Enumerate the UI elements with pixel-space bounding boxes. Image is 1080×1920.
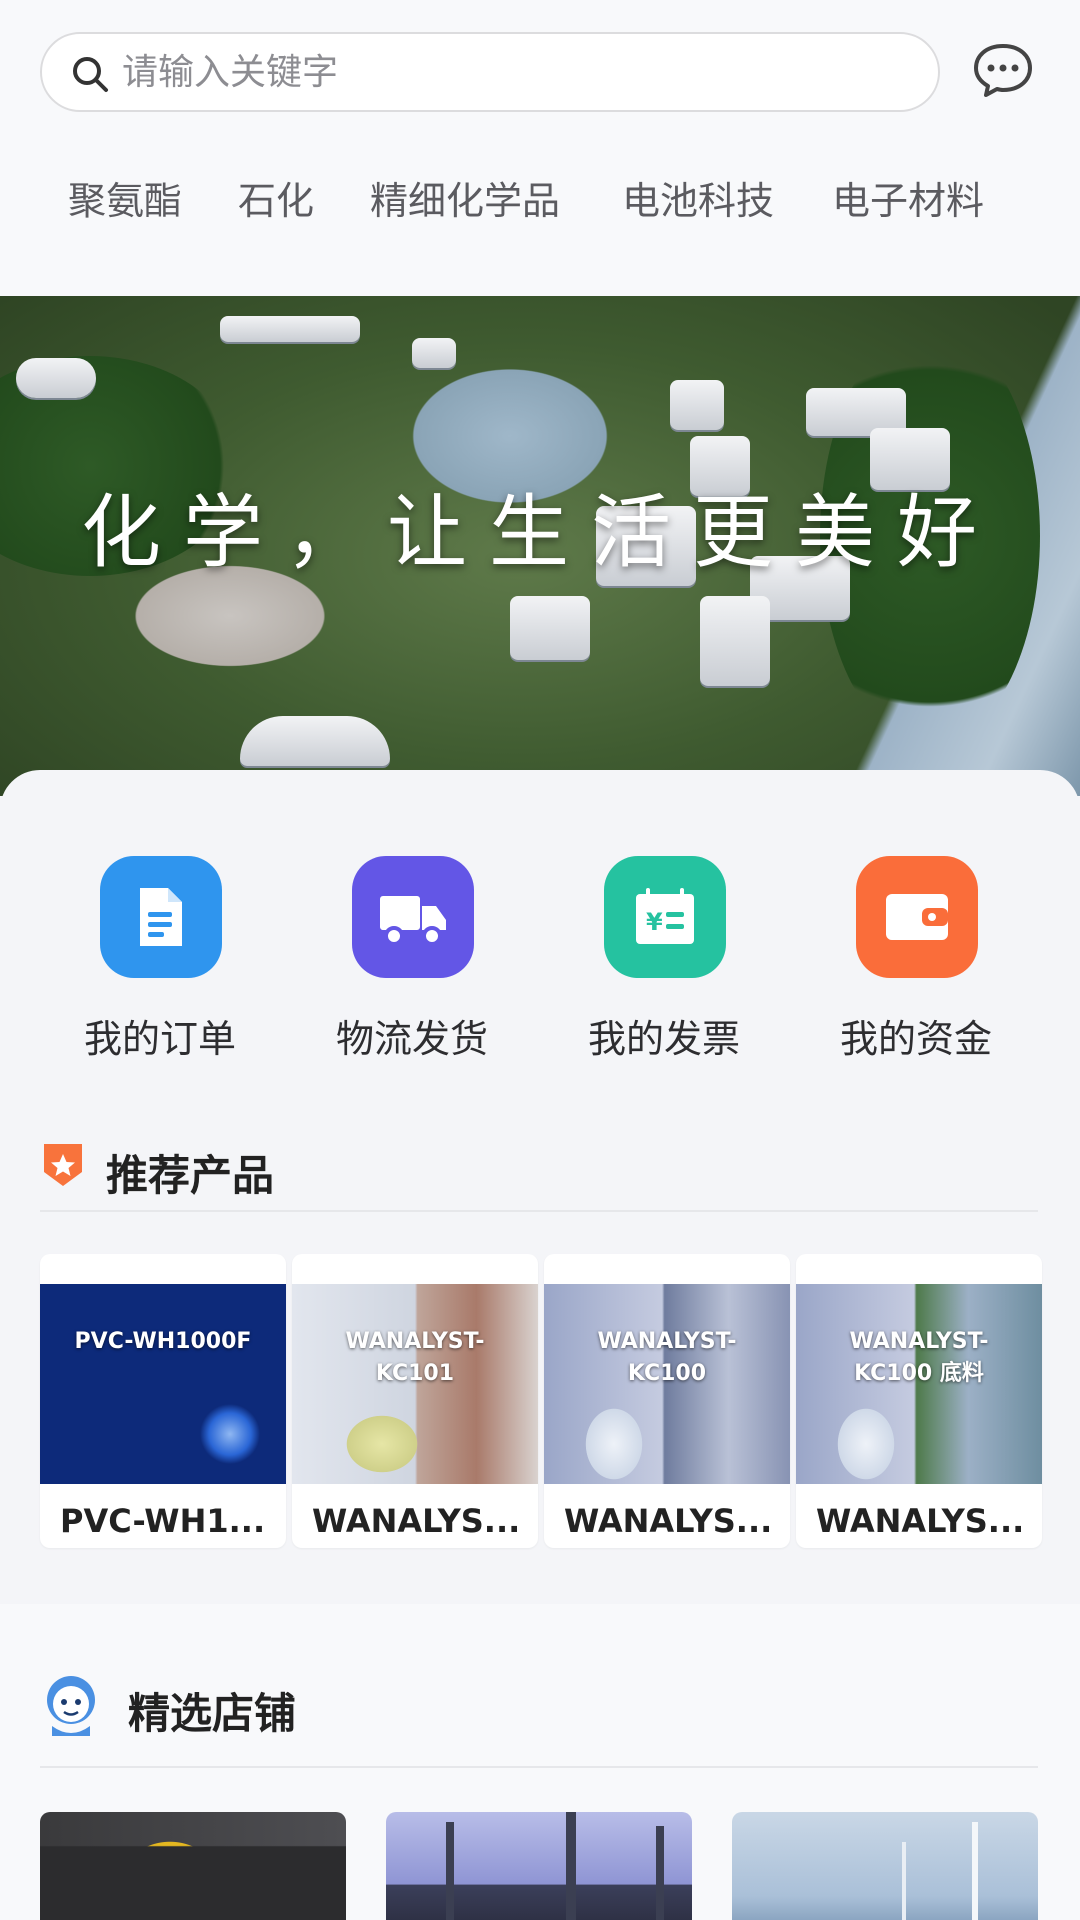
section-title: 精选店铺 — [128, 1689, 297, 1738]
my-funds-button[interactable]: 我的资金 — [816, 856, 1016, 1066]
product-name: PVC-WH1... — [60, 1502, 266, 1540]
logistics-shipping-button[interactable]: 物流发货 — [312, 856, 512, 1066]
truck-icon — [352, 856, 474, 978]
product-card[interactable]: WANALYST-KC100 WANALYS... — [544, 1254, 790, 1548]
search-input[interactable] — [122, 42, 902, 102]
category-tab-polyurethane[interactable]: 聚氨酯 — [68, 170, 182, 225]
quick-action-label: 我的订单 — [83, 1017, 236, 1061]
my-invoices-button[interactable]: ¥ 我的发票 — [564, 856, 764, 1066]
store-card[interactable] — [732, 1812, 1038, 1920]
banner-building — [16, 358, 96, 398]
document-icon — [100, 856, 222, 978]
invoice-icon: ¥ — [604, 856, 726, 978]
product-image-label: WANALYST-KC100 — [597, 1329, 737, 1386]
banner-building — [700, 596, 770, 686]
search-bar[interactable] — [40, 32, 940, 112]
section-divider — [40, 1766, 1038, 1768]
store-image-tower — [566, 1812, 576, 1920]
top-header: 聚氨酯 石化 精细化学品 电池科技 电子材料 — [0, 0, 1080, 296]
category-tabs: 聚氨酯 石化 精细化学品 电池科技 电子材料 — [0, 170, 1080, 240]
recommended-products-header: 推荐产品 — [40, 1136, 1040, 1206]
product-name: WANALYS... — [564, 1502, 773, 1540]
product-name: WANALYS... — [312, 1502, 521, 1540]
product-image-label: WANALYST-KC100 底料 — [849, 1329, 989, 1386]
product-image-label: WANALYST-KC101 — [345, 1329, 485, 1386]
product-name: WANALYS... — [816, 1502, 1025, 1540]
product-card[interactable]: WANALYST-KC100 底料 WANALYS... — [796, 1254, 1042, 1548]
category-tab-electronic-materials[interactable]: 电子材料 — [832, 170, 984, 225]
banner-building — [412, 338, 456, 368]
store-image-turbine — [972, 1822, 978, 1920]
product-image: PVC-WH1000F — [40, 1284, 286, 1484]
category-tab-fine-chemicals[interactable]: 精细化学品 — [370, 170, 560, 225]
star-badge-icon — [44, 1144, 82, 1186]
section-divider — [40, 1210, 1038, 1212]
quick-action-label: 我的资金 — [839, 1017, 992, 1061]
wallet-icon — [856, 856, 978, 978]
section-title: 推荐产品 — [106, 1151, 275, 1200]
store-image-turbine — [902, 1842, 906, 1920]
category-tab-petrochemical[interactable]: 石化 — [238, 170, 314, 225]
product-card[interactable]: PVC-WH1000F PVC-WH1... — [40, 1254, 286, 1548]
store-card[interactable] — [40, 1812, 346, 1920]
quick-action-label: 物流发货 — [335, 1017, 488, 1061]
quick-action-label: 我的发票 — [587, 1017, 740, 1061]
search-icon — [73, 57, 108, 92]
banner-building — [220, 316, 360, 342]
my-orders-button[interactable]: 我的订单 — [60, 856, 260, 1066]
store-card[interactable] — [386, 1812, 692, 1920]
banner-building — [240, 716, 390, 766]
store-image-tower — [446, 1822, 454, 1920]
product-image: WANALYST-KC100 — [544, 1284, 790, 1484]
store-image-tower — [656, 1826, 664, 1920]
main-panel: 我的订单 物流发货 ¥ 我的发票 我的资金 推荐产品 PVC-WH1000F P… — [0, 770, 1080, 1600]
category-tab-battery-tech[interactable]: 电池科技 — [622, 170, 774, 225]
featured-stores-section: 精选店铺 — [0, 1604, 1080, 1920]
svg-text:¥: ¥ — [646, 908, 663, 936]
product-image: WANALYST-KC101 — [292, 1284, 538, 1484]
featured-stores-header: 精选店铺 — [40, 1674, 1040, 1744]
mascot-avatar-icon — [47, 1676, 95, 1736]
banner-title: 化学，让生活更美好 — [81, 486, 999, 579]
product-card[interactable]: WANALYST-KC101 WANALYS... — [292, 1254, 538, 1548]
hero-banner[interactable]: 化学，让生活更美好 — [0, 296, 1080, 796]
chat-bubble-icon[interactable] — [972, 42, 1034, 98]
banner-building — [510, 596, 590, 660]
product-image-label: PVC-WH1000F — [74, 1329, 252, 1354]
banner-building — [670, 380, 724, 430]
product-image: WANALYST-KC100 底料 — [796, 1284, 1042, 1484]
